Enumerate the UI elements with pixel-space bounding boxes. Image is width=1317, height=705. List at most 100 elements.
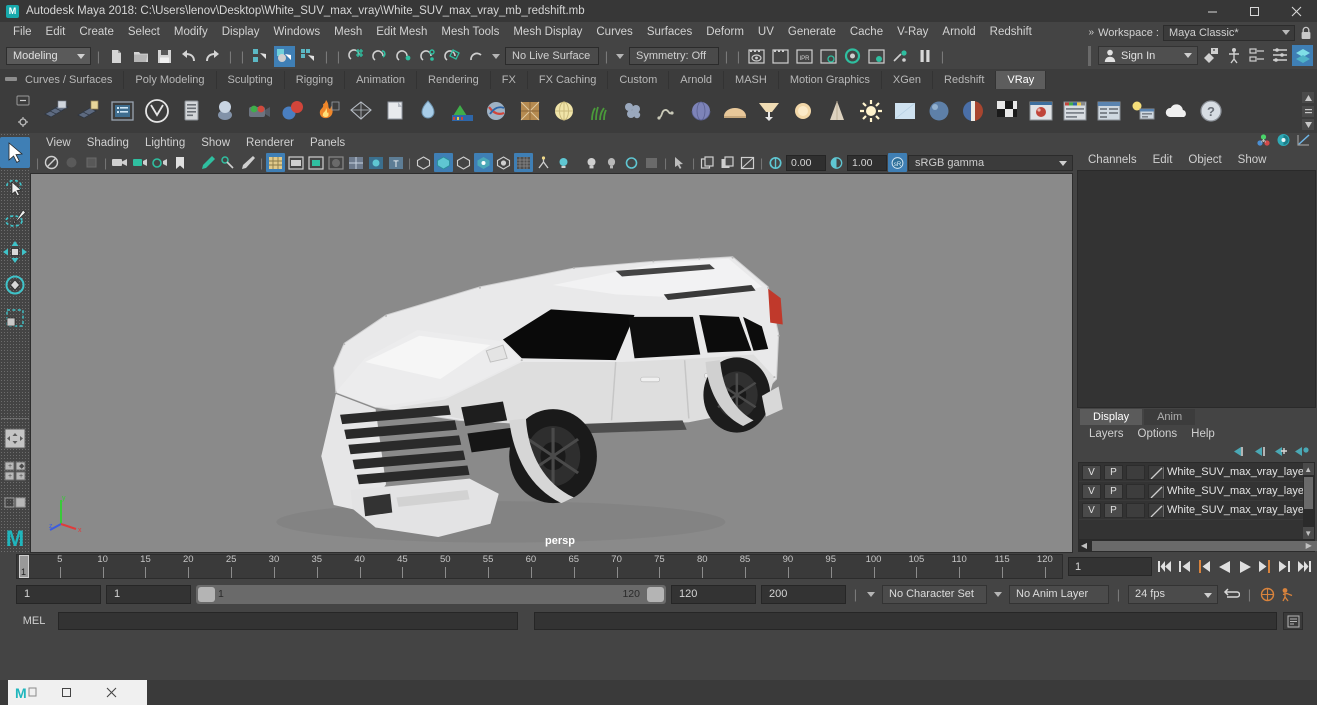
viewport-menu-shading[interactable]: Shading bbox=[79, 137, 137, 149]
anim-layer-chevron-icon[interactable] bbox=[992, 585, 1004, 603]
wireframe-shading-icon[interactable] bbox=[266, 153, 285, 172]
panel-copy-icon[interactable] bbox=[698, 153, 717, 172]
close-button[interactable] bbox=[1275, 0, 1317, 22]
shelf-tab-rigging[interactable]: Rigging bbox=[284, 71, 346, 89]
redo-render-button[interactable] bbox=[770, 46, 791, 67]
xray-icon[interactable] bbox=[238, 153, 257, 172]
shelf-icon-vray-fur[interactable] bbox=[582, 95, 615, 128]
menu-item-vray[interactable]: V-Ray bbox=[890, 22, 935, 43]
gamma-icon[interactable] bbox=[827, 153, 846, 172]
layer-lock-toggle[interactable] bbox=[1126, 502, 1145, 518]
select-component-icon[interactable] bbox=[670, 153, 689, 172]
display-texture-icon[interactable] bbox=[642, 153, 661, 172]
shelf-icon-vray-sphere-mat[interactable] bbox=[922, 95, 955, 128]
step-back-keyframe-icon[interactable] bbox=[1176, 557, 1193, 576]
symmetry-field[interactable]: Symmetry: Off bbox=[629, 47, 719, 65]
new-scene-button[interactable] bbox=[106, 46, 127, 67]
attribute-editor-toggle-button[interactable] bbox=[1246, 45, 1267, 66]
shelf-tab-xgen[interactable]: XGen bbox=[881, 71, 934, 89]
chevron-down-icon[interactable] bbox=[490, 47, 502, 65]
channel-box-toggle-button[interactable] bbox=[1292, 45, 1313, 66]
channel-box-content[interactable] bbox=[1077, 170, 1316, 408]
channel-menu-show[interactable]: Show bbox=[1230, 154, 1275, 166]
add-layer-icon[interactable] bbox=[1274, 446, 1288, 460]
lock-icon[interactable] bbox=[1299, 25, 1313, 40]
render-settings-button[interactable] bbox=[842, 46, 863, 67]
single-pane-layout-icon[interactable] bbox=[0, 423, 30, 454]
pause-render-button[interactable] bbox=[914, 46, 935, 67]
channel-menu-channels[interactable]: Channels bbox=[1080, 154, 1145, 166]
menu-item-arnold[interactable]: Arnold bbox=[935, 22, 982, 43]
render-view-button[interactable] bbox=[866, 46, 887, 67]
go-to-end-icon[interactable] bbox=[1296, 557, 1313, 576]
open-scene-button[interactable] bbox=[130, 46, 151, 67]
snap-to-curve-button[interactable] bbox=[370, 46, 391, 67]
shelf-tab-rendering[interactable]: Rendering bbox=[417, 71, 491, 89]
shelf-icon-vray-sun[interactable] bbox=[786, 95, 819, 128]
shelf-icon-vray-material[interactable] bbox=[208, 95, 241, 128]
shelf-icon-vray-displacement[interactable] bbox=[412, 95, 445, 128]
table-row[interactable]: V P White_SUV_max_vray_layer2 bbox=[1079, 482, 1314, 501]
undo-button[interactable] bbox=[178, 46, 199, 67]
hud-toggle-button[interactable] bbox=[1223, 45, 1244, 66]
shelf-tab-curves-surfaces[interactable]: Curves / Surfaces bbox=[14, 71, 125, 89]
current-frame-field[interactable]: 1 bbox=[1068, 557, 1152, 576]
shelf-scroll-down-button[interactable] bbox=[1302, 119, 1314, 130]
select-by-hierarchy-button[interactable] bbox=[250, 46, 271, 67]
ao-screen-space-icon[interactable] bbox=[434, 153, 453, 172]
layer-tab-anim[interactable]: Anim bbox=[1144, 409, 1196, 425]
range-slider-right-handle[interactable] bbox=[647, 586, 664, 602]
character-set-chevron-icon[interactable] bbox=[865, 585, 877, 603]
shelf-icon-vray-fire[interactable] bbox=[310, 95, 343, 128]
animation-start-field[interactable]: 1 bbox=[16, 584, 101, 604]
menu-item-select[interactable]: Select bbox=[121, 22, 167, 43]
chevron-down-icon[interactable] bbox=[614, 47, 626, 65]
xray-joints-icon[interactable] bbox=[218, 153, 237, 172]
shelf-tab-poly-modeling[interactable]: Poly Modeling bbox=[124, 71, 217, 89]
shelf-icon-vray-proxy[interactable] bbox=[378, 95, 411, 128]
layer-tab-display[interactable]: Display bbox=[1080, 409, 1143, 425]
shelf-grip-icon[interactable] bbox=[4, 73, 18, 85]
lasso-select-tool-icon[interactable] bbox=[0, 170, 30, 201]
animation-end-field[interactable]: 200 bbox=[761, 584, 846, 604]
attribute-editor-icon[interactable] bbox=[1276, 133, 1291, 150]
bookmark-view-icon[interactable] bbox=[82, 153, 101, 172]
shelf-tab-mash[interactable]: MASH bbox=[724, 71, 779, 89]
camera-icon[interactable] bbox=[110, 153, 129, 172]
hypershade-button[interactable] bbox=[890, 46, 911, 67]
shadows-icon[interactable] bbox=[414, 153, 433, 172]
time-slider[interactable]: 1 5 10 15 20 25 30 35 40 45 50 55 60 65 70 75 80 85 90 95 1… bbox=[16, 554, 1063, 579]
shelf-tab-fx-caching[interactable]: FX Caching bbox=[527, 71, 609, 89]
tool-settings-toggle-button[interactable] bbox=[1269, 45, 1290, 66]
shelf-tab-custom[interactable]: Custom bbox=[608, 71, 670, 89]
shelf-menu-icon[interactable] bbox=[15, 93, 31, 107]
redo-button[interactable] bbox=[202, 46, 223, 67]
shelf-icon-vray-render[interactable] bbox=[38, 95, 71, 128]
shelf-tab-motion-graphics[interactable]: Motion Graphics bbox=[778, 71, 882, 89]
layer-color-swatch[interactable] bbox=[1148, 464, 1165, 480]
menu-item-modify[interactable]: Modify bbox=[167, 22, 215, 43]
shelf-tab-redshift[interactable]: Redshift bbox=[933, 71, 997, 89]
taskbar-window-button[interactable]: M bbox=[8, 680, 147, 705]
step-forward-frame-icon[interactable] bbox=[1256, 557, 1273, 576]
layer-playback-toggle[interactable]: P bbox=[1104, 483, 1123, 499]
scroll-down-arrow-icon[interactable]: ▼ bbox=[1302, 527, 1314, 539]
save-scene-button[interactable] bbox=[154, 46, 175, 67]
menu-set-select[interactable]: Modeling bbox=[6, 47, 91, 65]
shelf-icon-vray-volume-grid[interactable] bbox=[480, 95, 513, 128]
shelf-tab-animation[interactable]: Animation bbox=[345, 71, 418, 89]
layer-visibility-toggle[interactable]: V bbox=[1082, 502, 1101, 518]
shelf-icon-vray-plane[interactable] bbox=[888, 95, 921, 128]
command-output[interactable] bbox=[534, 612, 1277, 630]
flat-shade-icon[interactable] bbox=[326, 153, 345, 172]
scrollbar-thumb[interactable] bbox=[1303, 477, 1313, 509]
shelf-icon-vray-sunlight[interactable] bbox=[854, 95, 887, 128]
add-selected-to-layer-icon[interactable] bbox=[1294, 446, 1309, 460]
gamma-field[interactable]: 1.00 bbox=[847, 154, 887, 171]
menu-item-cache[interactable]: Cache bbox=[843, 22, 890, 43]
scroll-left-arrow-icon[interactable]: ◀ bbox=[1078, 540, 1090, 550]
shelf-tab-vray[interactable]: VRay bbox=[996, 71, 1047, 89]
xray-mode-icon[interactable] bbox=[622, 153, 641, 172]
image-plane-icon[interactable] bbox=[738, 153, 757, 172]
exposure-field[interactable]: 0.00 bbox=[786, 154, 826, 171]
